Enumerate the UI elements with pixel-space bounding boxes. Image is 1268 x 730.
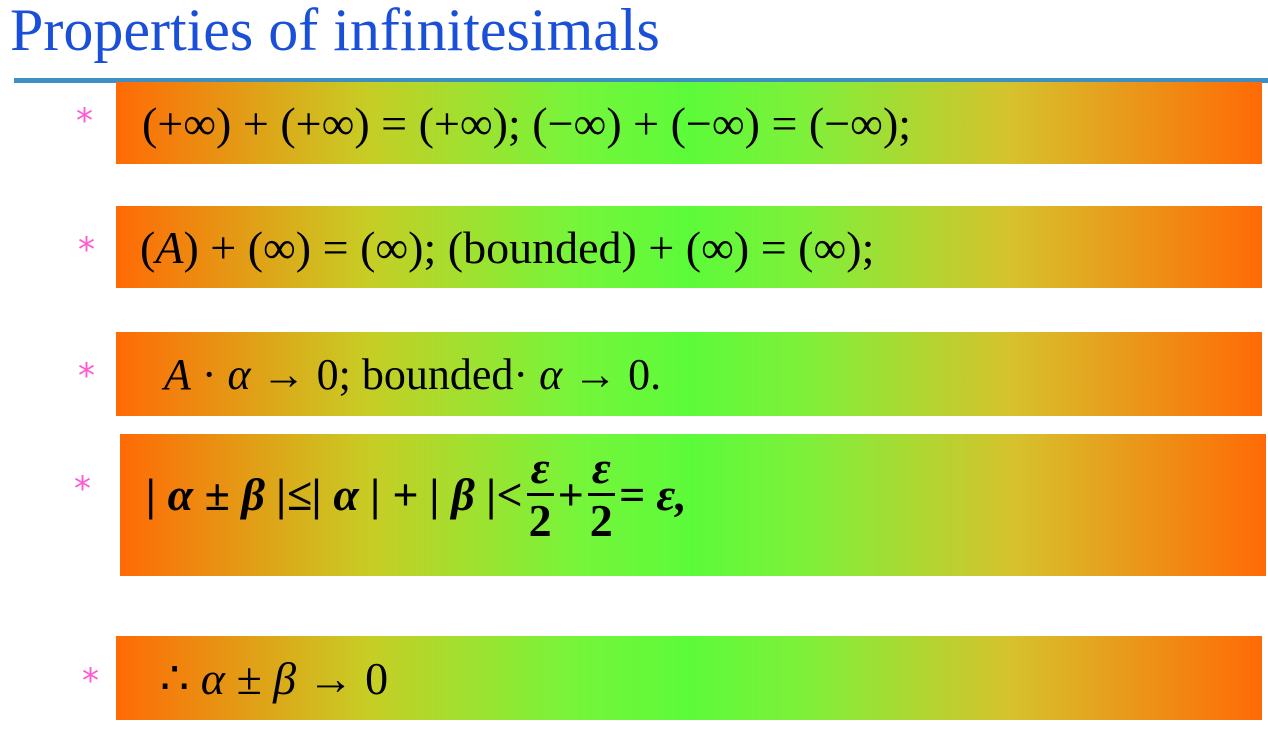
bullet-3: *: [78, 356, 95, 396]
formula-bar-3: A · α → 0; bounded· α → 0.: [116, 332, 1262, 416]
fraction-epsilon-half-1: ε2: [526, 441, 554, 546]
formula-infinity-sum: (+∞) + (+∞) = (+∞); (−∞) + (−∞) = (−∞);: [142, 97, 912, 149]
slide-title: Properties of infinitesimals: [10, 0, 660, 63]
bullet-5: *: [82, 661, 99, 701]
bullet-4: *: [74, 469, 91, 509]
formula-bar-4: | α ± β |≤| α | + | β |< ε2 + ε2 = ε,: [120, 434, 1266, 576]
formula-bar-5: ∴ α ± β → 0: [116, 636, 1262, 720]
formula-bounded-plus-infinity: (A) + (∞) = (∞); (bounded) + (∞) = (∞);: [140, 221, 875, 273]
formula-conclusion: ∴ α ± β → 0: [160, 653, 389, 704]
fraction-epsilon-half-2: ε2: [587, 441, 615, 546]
formula-bar-2: (A) + (∞) = (∞); (bounded) + (∞) = (∞);: [116, 206, 1262, 288]
bullet-1: *: [76, 101, 93, 141]
bullet-2: *: [78, 230, 95, 270]
formula-bounded-times-alpha: A · α → 0; bounded· α → 0.: [164, 349, 662, 399]
formula-bar-1: (+∞) + (+∞) = (+∞); (−∞) + (−∞) = (−∞);: [116, 82, 1262, 164]
formula-triangle-inequality: | α ± β |≤| α | + | β |< ε2 + ε2 = ε,: [146, 441, 687, 546]
